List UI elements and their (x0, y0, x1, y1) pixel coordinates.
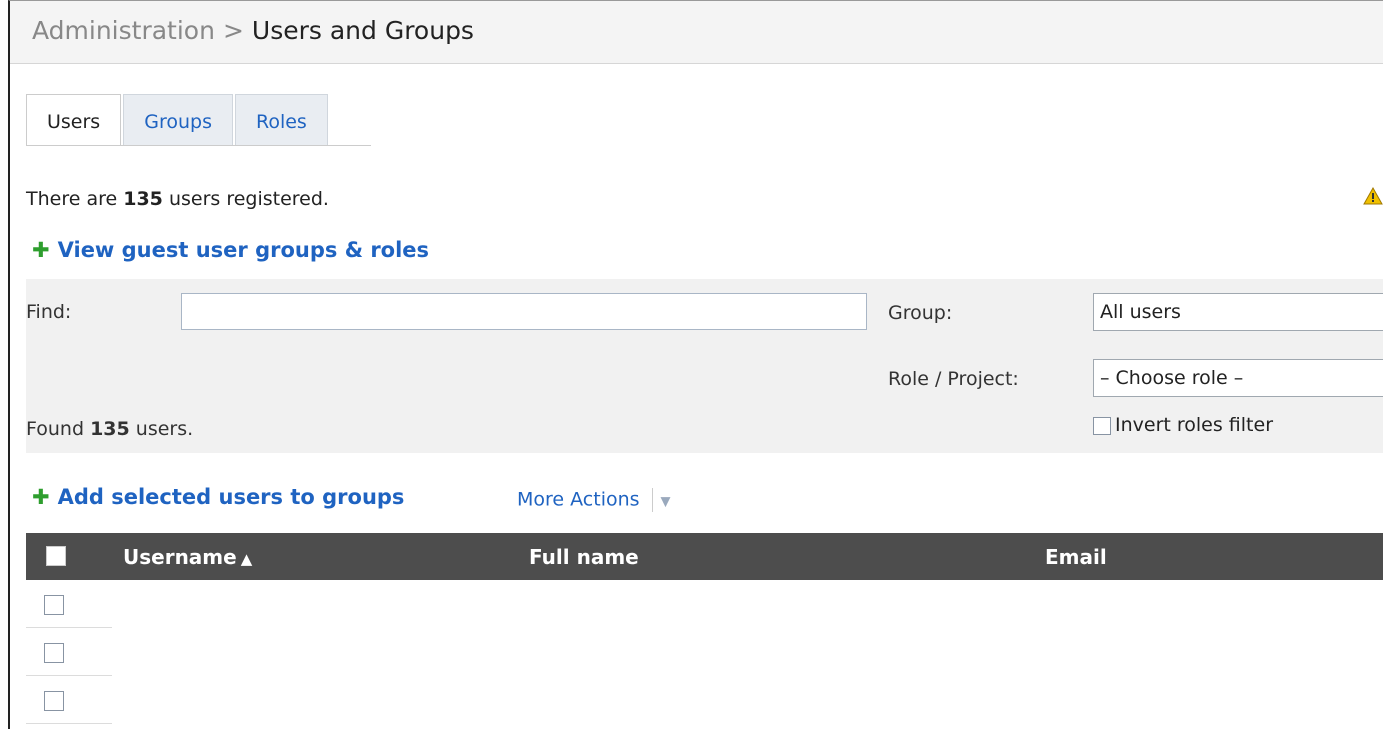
table-row (26, 629, 112, 676)
find-input[interactable] (181, 293, 867, 330)
view-guest-groups-link[interactable]: ✚ View guest user groups & roles (32, 238, 429, 262)
table-header: Username ▲ Full name Email (26, 533, 1383, 580)
more-actions-button[interactable]: More Actions ▼ (517, 488, 671, 512)
role-select[interactable]: – Choose role – (1093, 359, 1383, 397)
plus-icon: ✚ (32, 238, 50, 262)
summary-suffix: users registered. (162, 188, 329, 210)
invert-roles-checkbox[interactable] (1093, 416, 1111, 435)
breadcrumb-separator: > (222, 16, 244, 45)
column-username-label: Username (123, 545, 237, 569)
page-title: Users and Groups (251, 16, 474, 45)
invert-roles-label: Invert roles filter (1115, 414, 1274, 436)
more-actions-label: More Actions (517, 488, 640, 511)
column-full-name[interactable]: Full name (529, 545, 639, 569)
sort-ascending-icon: ▲ (240, 550, 253, 568)
group-select[interactable]: All users (1093, 293, 1383, 331)
registered-users-text: There are 135 users registered. (26, 188, 329, 210)
app-frame: Administration > Users and Groups Users Gr… (8, 0, 1383, 729)
actions-bar: ✚ Add selected users to groups More Actio… (32, 485, 671, 512)
breadcrumb-administration[interactable]: Administration (32, 16, 215, 45)
select-all-checkbox[interactable] (46, 546, 66, 566)
table-row (26, 581, 112, 628)
filter-panel: Find: Group: All users Role / Project: –… (26, 279, 1383, 453)
header-bar: Administration > Users and Groups (10, 1, 1383, 64)
tab-groups[interactable]: Groups (123, 94, 233, 145)
found-count: 135 (90, 418, 130, 440)
found-prefix: Found (26, 418, 91, 440)
tab-users[interactable]: Users (26, 94, 122, 146)
warning-icon[interactable] (1363, 186, 1383, 209)
registered-count: 135 (123, 188, 163, 210)
tab-roles[interactable]: Roles (234, 94, 328, 145)
summary-prefix: There are (26, 188, 124, 210)
role-project-label: Role / Project: (888, 368, 1019, 390)
table-row (26, 677, 112, 724)
row-checkbox[interactable] (44, 595, 64, 615)
find-label: Find: (26, 301, 72, 323)
row-checkbox[interactable] (44, 643, 64, 663)
guest-link-label: View guest user groups & roles (57, 238, 430, 262)
tab-divider (26, 145, 371, 146)
add-to-groups-label: Add selected users to groups (57, 485, 405, 509)
plus-icon: ✚ (32, 485, 50, 509)
row-checkbox[interactable] (44, 691, 64, 711)
more-actions-divider (651, 488, 653, 512)
add-to-groups-link[interactable]: ✚ Add selected users to groups (32, 485, 404, 509)
invert-roles-filter[interactable]: Invert roles filter (1093, 414, 1273, 436)
breadcrumb: Administration > Users and Groups (32, 16, 474, 45)
found-users-text: Found 135 users. (26, 418, 193, 440)
found-suffix: users. (129, 418, 194, 440)
tab-bar: Users Groups Roles (26, 94, 330, 146)
chevron-down-icon[interactable]: ▼ (661, 495, 671, 510)
column-username[interactable]: Username ▲ (123, 545, 252, 569)
column-email[interactable]: Email (1045, 545, 1107, 569)
group-label: Group: (888, 302, 953, 324)
